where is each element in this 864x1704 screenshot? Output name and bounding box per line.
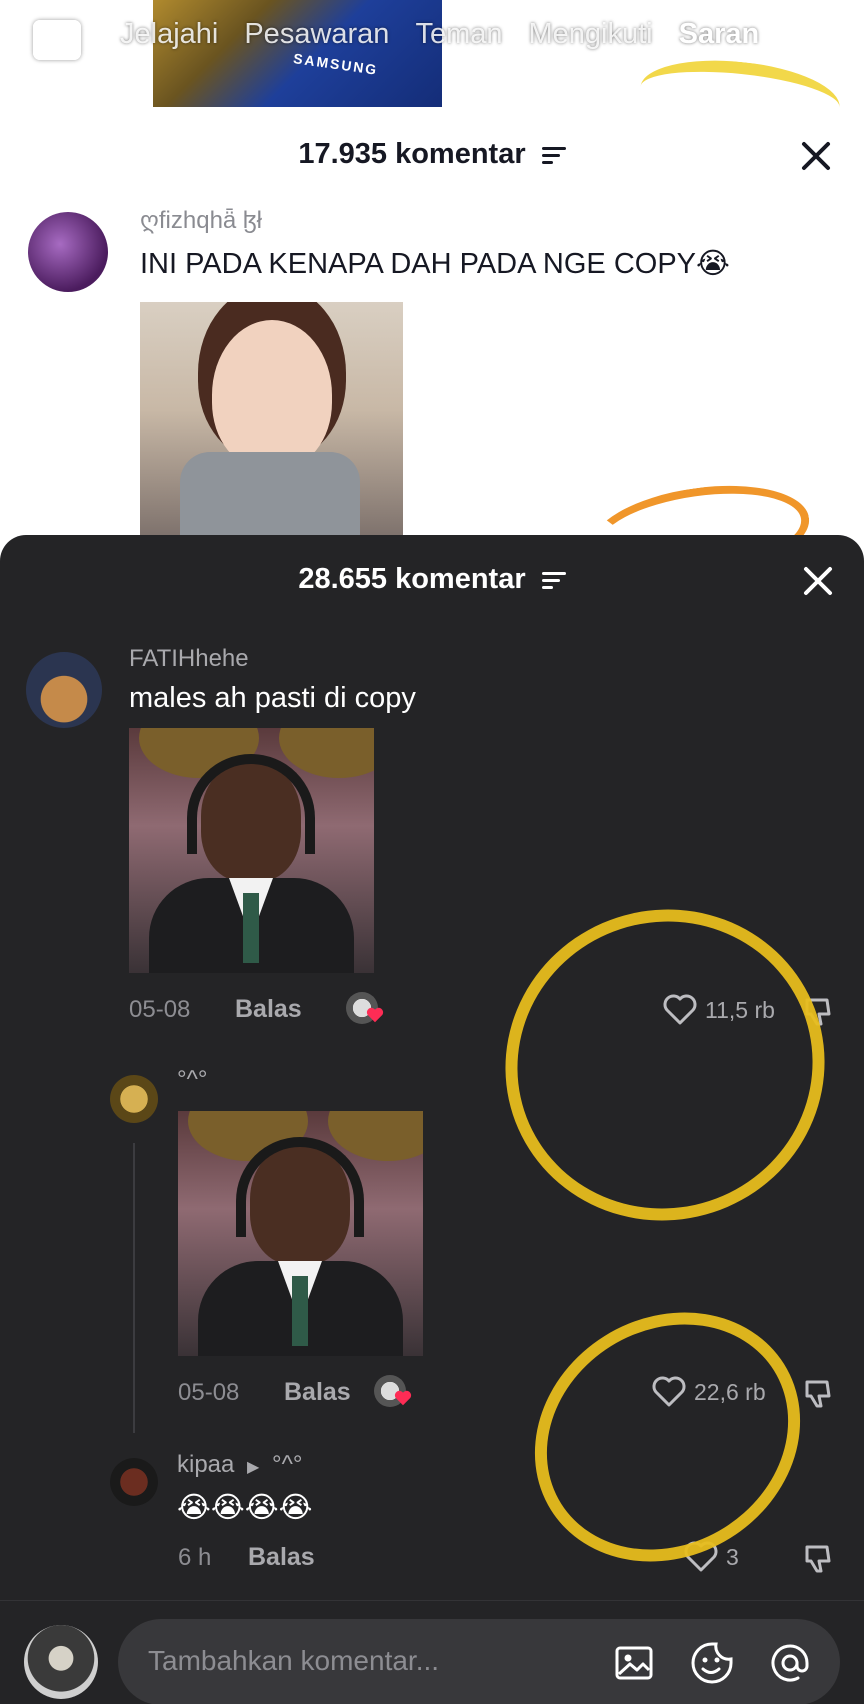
comment-sheet-light: 17.935 komentar ღfizhqhǟ ɮł INI PADA KEN…: [0, 118, 864, 542]
live-icon[interactable]: LIVE: [33, 20, 81, 60]
tab-jelajahi[interactable]: Jelajahi: [120, 18, 218, 51]
close-icon[interactable]: [800, 140, 832, 172]
live-label: LIVE: [40, 31, 74, 48]
comment-count: 17.935 komentar: [298, 138, 526, 170]
search-icon[interactable]: [784, 16, 830, 62]
reply-button[interactable]: Balas: [284, 1378, 351, 1407]
avatar[interactable]: [28, 212, 108, 292]
comment-date: 05-08: [178, 1379, 240, 1406]
comment-date: 05-08: [129, 996, 191, 1023]
comment-text: 😭😭😭😭: [177, 1492, 313, 1524]
dislike-icon[interactable]: [801, 1376, 835, 1410]
thread-line: [133, 1143, 135, 1433]
reply-button[interactable]: Balas: [235, 995, 302, 1024]
comment-image[interactable]: [178, 1111, 423, 1356]
comment-input-bar: Tambahkan komentar...: [0, 1600, 864, 1704]
like-count: 3: [726, 1544, 739, 1570]
avatar[interactable]: [110, 1075, 158, 1123]
tab-saran[interactable]: Saran: [679, 18, 760, 51]
creator-heart-icon: [394, 1390, 412, 1406]
comment-text: males ah pasti di copy: [129, 682, 416, 714]
creator-heart-icon: [366, 1007, 384, 1023]
comment-count-header: 28.655 komentar: [0, 563, 864, 596]
feed-tabs: Jelajahi Pesawaran Teman Mengikuti Saran: [120, 18, 759, 51]
comment-username[interactable]: ღfizhqhǟ ɮł: [140, 206, 262, 235]
reply-button[interactable]: Balas: [248, 1543, 315, 1572]
mention-icon[interactable]: [768, 1641, 812, 1685]
filter-icon[interactable]: [541, 146, 566, 165]
comment-username[interactable]: kipaa ▶ °^°: [177, 1451, 303, 1479]
tab-teman[interactable]: Teman: [415, 18, 502, 51]
avatar[interactable]: [110, 1458, 158, 1506]
comment-image[interactable]: [140, 302, 403, 542]
reply-to-username[interactable]: °^°: [272, 1451, 302, 1478]
tab-mengikuti[interactable]: Mengikuti: [528, 18, 652, 51]
image-icon[interactable]: [614, 1643, 654, 1683]
comment-input-placeholder[interactable]: Tambahkan komentar...: [148, 1645, 439, 1677]
comment-date: 6 h: [178, 1544, 212, 1571]
comment-image[interactable]: [129, 728, 374, 973]
filter-icon[interactable]: [541, 571, 566, 590]
comment-text: INI PADA KENAPA DAH PADA NGE COPY😭: [140, 248, 730, 280]
close-icon[interactable]: [802, 565, 834, 597]
comment-count-header: 17.935 komentar: [0, 138, 864, 171]
comment-username[interactable]: °^°: [177, 1066, 207, 1094]
reply-username[interactable]: kipaa: [177, 1451, 234, 1478]
comment-username[interactable]: FATIHhehe: [129, 645, 249, 673]
avatar[interactable]: [26, 652, 102, 728]
dislike-icon[interactable]: [801, 1541, 835, 1575]
emoji-sticker-icon[interactable]: [690, 1641, 734, 1685]
comment-count: 28.655 komentar: [298, 563, 526, 595]
tab-pesawaran[interactable]: Pesawaran: [244, 18, 389, 51]
my-avatar[interactable]: [24, 1625, 98, 1699]
reply-arrow-icon: ▶: [247, 1459, 260, 1476]
